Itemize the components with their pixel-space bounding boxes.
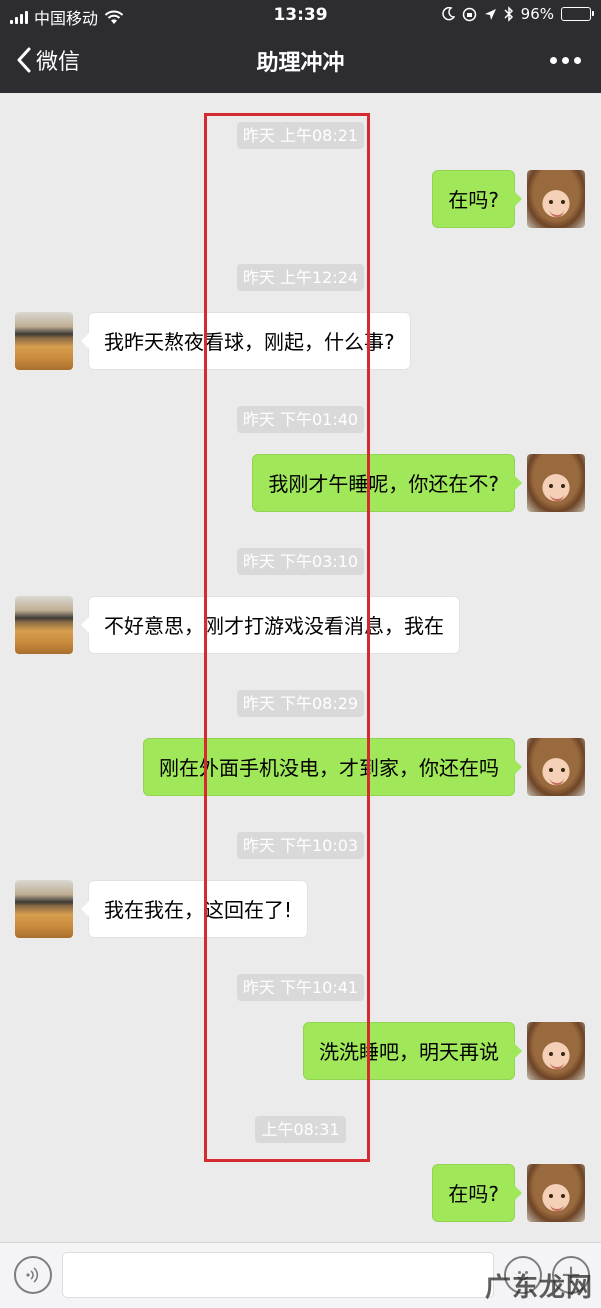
chat-title: 助理冲冲: [256, 51, 345, 76]
contact-avatar[interactable]: [15, 596, 73, 654]
voice-button[interactable]: [14, 1256, 52, 1294]
chevron-left-icon: [17, 47, 31, 73]
orientation-lock-icon: [462, 7, 476, 21]
my-avatar[interactable]: [527, 170, 585, 228]
message-bubble[interactable]: 在吗?: [432, 1164, 522, 1222]
battery-icon: [561, 7, 594, 21]
bluetooth-icon: [504, 6, 513, 22]
location-icon: [484, 8, 496, 20]
nav-bar: 微信 助理冲冲: [0, 31, 601, 93]
watermark-text: 广东龙网: [484, 1273, 593, 1303]
message-input[interactable]: [62, 1252, 494, 1298]
my-avatar[interactable]: [527, 454, 585, 512]
back-label: 微信: [36, 50, 81, 75]
annotation-highlight-frame: [204, 113, 370, 1162]
more-button[interactable]: [550, 57, 581, 64]
contact-avatar[interactable]: [15, 880, 73, 938]
voice-icon: [26, 1267, 39, 1283]
top-bar: 中国移动 13:39 96% 微信 助理冲冲: [0, 0, 601, 93]
status-bar: 中国移动 13:39 96%: [0, 0, 601, 31]
sent-message: 在吗?: [0, 1164, 601, 1226]
message-bubble[interactable]: 在吗?: [432, 170, 522, 228]
my-avatar[interactable]: [527, 1164, 585, 1222]
ellipsis-icon: [550, 57, 557, 64]
my-avatar[interactable]: [527, 738, 585, 796]
moon-icon: [441, 7, 455, 21]
contact-avatar[interactable]: [15, 312, 73, 370]
back-button[interactable]: 微信: [16, 44, 80, 76]
battery-percent: 96%: [520, 5, 554, 23]
input-bar: + 广东龙网: [0, 1242, 601, 1308]
my-avatar[interactable]: [527, 1022, 585, 1080]
